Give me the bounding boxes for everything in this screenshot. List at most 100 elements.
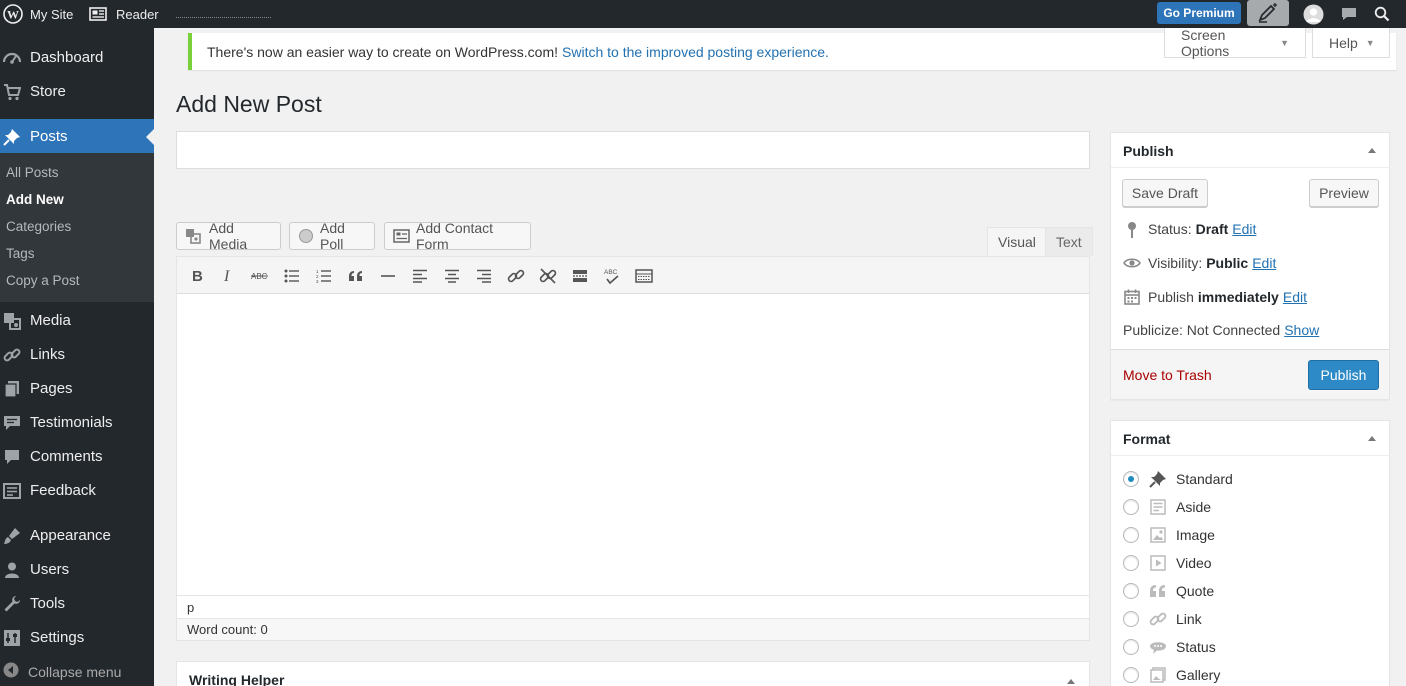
radio-aside[interactable] (1123, 499, 1139, 515)
read-more-icon[interactable] (569, 265, 591, 287)
radio-image[interactable] (1123, 527, 1139, 543)
format-option-video[interactable]: Video (1123, 554, 1212, 572)
menu-item-comments[interactable]: Comments (0, 439, 154, 473)
insert-link-icon[interactable] (505, 265, 527, 287)
menu-item-pages[interactable]: Pages (0, 371, 154, 405)
pin-icon (3, 128, 21, 146)
screen-options-button[interactable]: Screen Options ▼ (1164, 27, 1306, 59)
appearance-icon (3, 527, 21, 545)
add-poll-button[interactable]: Add Poll (289, 220, 375, 252)
edit-visibility-link[interactable]: Edit (1252, 255, 1276, 271)
format-option-quote[interactable]: Quote (1123, 582, 1214, 600)
menu-item-posts[interactable]: Posts (0, 119, 154, 153)
format-box-header[interactable]: Format (1111, 421, 1389, 456)
wordpress-logo-icon[interactable]: W (3, 0, 23, 28)
menu-item-users[interactable]: Users (0, 552, 154, 586)
format-option-aside[interactable]: Aside (1123, 498, 1211, 516)
radio-quote[interactable] (1123, 583, 1139, 599)
menu-item-testimonials[interactable]: Testimonials (0, 405, 154, 439)
radio-video[interactable] (1123, 555, 1139, 571)
menu-item-links[interactable]: Links (0, 337, 154, 371)
reader-icon[interactable] (89, 0, 107, 28)
cart-icon (3, 83, 22, 101)
collapse-menu-button[interactable]: Collapse menu (3, 662, 121, 681)
publish-box-header[interactable]: Publish (1111, 133, 1389, 168)
format-option-gallery[interactable]: Gallery (1123, 666, 1220, 684)
search-icon[interactable] (1374, 0, 1390, 28)
edit-status-link[interactable]: Edit (1232, 221, 1256, 237)
add-contact-form-button[interactable]: Add Contact Form (384, 220, 531, 252)
avatar[interactable] (1303, 0, 1324, 28)
radio-gallery[interactable] (1123, 667, 1139, 683)
format-option-image[interactable]: Image (1123, 526, 1215, 544)
menu-item-feedback[interactable]: Feedback (0, 473, 154, 507)
toolbar-toggle-icon[interactable] (633, 265, 655, 287)
show-publicize-link[interactable]: Show (1284, 322, 1319, 338)
new-post-pen-icon (1257, 3, 1279, 23)
radio-status[interactable] (1123, 639, 1139, 655)
align-left-icon[interactable] (409, 265, 431, 287)
settings-icon (3, 629, 21, 647)
publicize-row: Publicize: Not Connected Show (1123, 322, 1320, 338)
svg-text:3: 3 (316, 279, 319, 283)
svg-text:B: B (192, 268, 203, 284)
editor-content-area[interactable] (177, 294, 1089, 595)
format-option-link[interactable]: Link (1123, 610, 1202, 628)
write-post-button[interactable] (1247, 0, 1289, 26)
save-draft-button[interactable]: Save Draft (1122, 179, 1208, 207)
reader-link[interactable]: Reader (116, 0, 159, 28)
adminbar-separator (176, 17, 271, 18)
help-button[interactable]: Help ▼ (1312, 28, 1390, 58)
align-center-icon[interactable] (441, 265, 463, 287)
collapse-arrow-icon[interactable] (1368, 436, 1376, 441)
menu-item-media[interactable]: Media (0, 303, 154, 337)
horizontal-line-icon[interactable] (377, 265, 399, 287)
radio-link[interactable] (1123, 611, 1139, 627)
switch-editor-link[interactable]: Switch to the improved posting experienc… (562, 44, 829, 60)
my-site-link[interactable]: My Site (30, 0, 73, 28)
go-premium-button[interactable]: Go Premium (1157, 2, 1241, 24)
publish-box: Publish Save Draft Preview Status: Draft … (1110, 132, 1390, 400)
submenu-categories[interactable]: Categories (6, 219, 71, 234)
writing-helper-title: Writing Helper (189, 672, 285, 686)
preview-button[interactable]: Preview (1309, 179, 1379, 207)
add-media-button[interactable]: Add Media (176, 220, 281, 252)
italic-icon[interactable]: I (217, 265, 239, 287)
image-icon (1148, 526, 1168, 544)
remove-link-icon[interactable] (537, 265, 559, 287)
submenu-tags[interactable]: Tags (6, 246, 35, 261)
collapse-arrow-icon[interactable] (1368, 148, 1376, 153)
publish-button[interactable]: Publish (1308, 360, 1379, 390)
move-to-trash-link[interactable]: Move to Trash (1123, 367, 1212, 383)
format-option-status[interactable]: Status (1123, 638, 1216, 656)
menu-item-store[interactable]: Store (0, 74, 154, 108)
menu-item-tools[interactable]: Tools (0, 586, 154, 620)
strikethrough-icon[interactable]: ABC (249, 265, 271, 287)
bold-icon[interactable]: B (186, 265, 208, 287)
bulleted-list-icon[interactable] (281, 265, 303, 287)
tab-text[interactable]: Text (1045, 227, 1093, 256)
submenu-copy-a-post[interactable]: Copy a Post (6, 273, 80, 288)
collapse-arrow-icon (3, 662, 19, 681)
spellcheck-icon[interactable]: ABC (601, 265, 623, 287)
submenu-add-new[interactable]: Add New (6, 192, 64, 207)
format-option-standard[interactable]: Standard (1123, 470, 1233, 488)
notifications-icon[interactable] (1340, 0, 1358, 28)
menu-item-dashboard[interactable]: Dashboard (0, 40, 154, 74)
menu-item-settings[interactable]: Settings (0, 620, 154, 654)
tab-visual[interactable]: Visual (987, 227, 1047, 256)
edit-schedule-link[interactable]: Edit (1283, 289, 1307, 305)
testimonials-icon (3, 414, 21, 432)
align-right-icon[interactable] (473, 265, 495, 287)
post-title-input[interactable] (176, 131, 1090, 169)
menu-item-appearance[interactable]: Appearance (0, 518, 154, 552)
blockquote-icon[interactable] (345, 265, 367, 287)
gallery-icon (1148, 666, 1168, 684)
submenu-all-posts[interactable]: All Posts (6, 165, 59, 180)
numbered-list-icon[interactable]: 123 (313, 265, 335, 287)
schedule-row: Publish immediately Edit (1123, 288, 1307, 306)
radio-standard[interactable] (1123, 471, 1139, 487)
pin-icon (1148, 470, 1168, 488)
svg-text:ABC: ABC (604, 269, 618, 276)
collapse-arrow-icon[interactable] (1067, 679, 1075, 684)
